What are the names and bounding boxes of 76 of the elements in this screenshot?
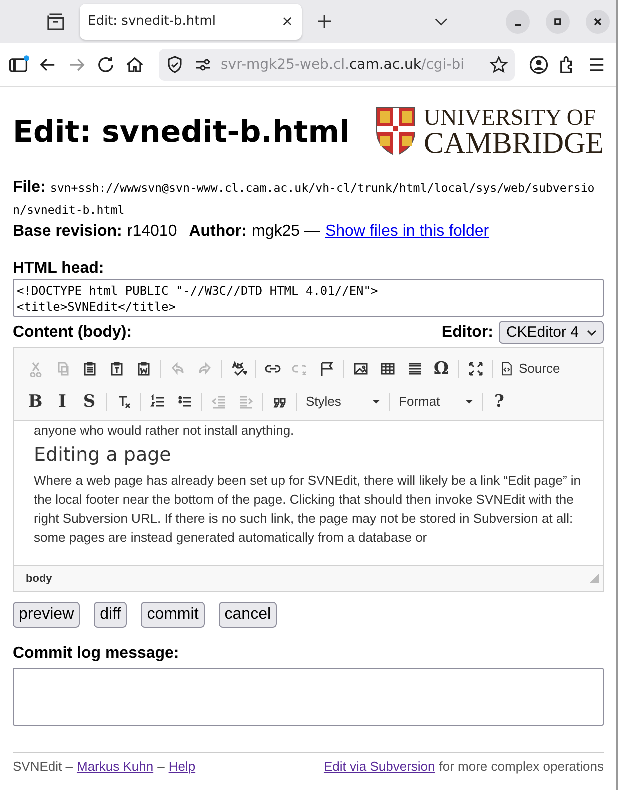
base-revision-label: Base revision: — [13, 222, 122, 242]
footer-link[interactable]: Edit via Subversion — [324, 759, 436, 774]
dropdown-arrow-icon — [373, 400, 380, 404]
action-button[interactable]: preview — [13, 602, 80, 628]
image-icon — [352, 360, 368, 376]
footer-link[interactable]: Markus Kuhn — [76, 759, 154, 774]
base-revision-value: r14010 — [127, 222, 178, 242]
clipboard-word-icon — [136, 360, 152, 376]
footer-text: SVNEdit – — [13, 759, 73, 774]
flag-icon — [318, 360, 334, 376]
scissors-icon — [28, 360, 44, 376]
document-code-icon — [500, 362, 514, 376]
paragraph: anyone who would rather not install anything. — [34, 422, 296, 440]
browser-tab[interactable]: Edit: svnedit-b.html — [80, 4, 302, 40]
logo-text: UNIVERSITY OF — [424, 106, 598, 128]
commit-log-label: Commit log message: — [13, 644, 180, 664]
action-button[interactable]: commit — [141, 602, 205, 628]
toolbar-button[interactable]: ? — [486, 388, 513, 414]
editor-select[interactable]: CKEditor 4 — [499, 321, 604, 344]
account-icon[interactable] — [528, 54, 550, 76]
action-button[interactable]: cancel — [218, 602, 278, 628]
minimize-icon — [515, 24, 521, 26]
toolbar-button[interactable]: Ω — [428, 356, 455, 382]
page-title: Edit: svnedit-b.html — [13, 114, 350, 150]
numbered-list-icon — [150, 394, 166, 410]
dropdown-arrow-icon — [466, 400, 473, 404]
footer-link[interactable]: Help — [168, 759, 196, 774]
toolbar-button[interactable]: B — [22, 388, 49, 414]
new-tab-icon[interactable] — [318, 15, 331, 28]
crest-icon — [374, 107, 418, 157]
clipboard-text-icon — [108, 360, 124, 376]
toolbar-dropdown[interactable]: Format — [393, 390, 479, 414]
html-head-label: HTML head: — [13, 259, 106, 279]
action-button[interactable]: diff — [94, 602, 128, 628]
resize-handle-icon[interactable] — [590, 574, 599, 583]
star-icon[interactable] — [489, 54, 509, 74]
tab-list-icon[interactable] — [46, 12, 66, 32]
bulleted-list-icon — [176, 394, 192, 410]
author-label: Author: — [189, 222, 247, 242]
outdent-icon — [210, 394, 226, 410]
editor-label: Editor: — [442, 324, 494, 342]
sidebar-icon[interactable] — [8, 54, 30, 76]
content-label: Content (body): — [13, 324, 132, 342]
footer-text: – — [158, 759, 165, 774]
maximize-button[interactable] — [546, 10, 570, 34]
html-head-field[interactable]: <!DOCTYPE html PUBLIC "-//W3C//DTD HTML 4.01//EN"> <title>SVNEdit</title> — [13, 279, 604, 317]
toolbar-dropdown[interactable]: Styles — [300, 390, 386, 414]
element-path[interactable]: body — [26, 572, 52, 584]
horizontal-rule-icon — [406, 360, 422, 376]
table-icon — [380, 360, 396, 376]
close-window-button[interactable] — [586, 10, 610, 34]
toolbar-button[interactable]: I — [49, 388, 76, 414]
chevron-down-icon — [587, 330, 597, 336]
maximize-icon — [553, 16, 563, 26]
clipboard-icon — [82, 360, 98, 376]
chevron-down-icon[interactable] — [435, 18, 448, 26]
logo-text: CAMBRIDGE — [424, 128, 604, 158]
footer-text: for more complex operations — [439, 759, 604, 774]
redo-icon — [196, 360, 212, 376]
address-bar[interactable]: svr-mgk25-web.cl.cam.ac.uk/cgi-bi — [159, 48, 515, 80]
file-info: File: svn+ssh://wwwsvn@svn-www.cl.cam.ac.uk/vh-cl/trunk/html/local/sys/web/subversion/svnedit-b.html — [13, 178, 596, 219]
undo-icon — [170, 360, 186, 376]
indent-icon — [238, 394, 254, 410]
close-icon[interactable] — [283, 17, 292, 26]
toolbar-button[interactable]: S — [76, 388, 103, 414]
paragraph: Where a web page has already been set up for SVNEdit, there will likely be a link “Edit page” in the local footer near the bottom of the page. Clicking that should then invoke SVNEdit with the right Subversion URL. If there is no such link, the page may not be stored in Subversion at all: some pages are instead generated automatically from a database or — [34, 472, 582, 547]
heading: Editing a page — [34, 446, 172, 465]
url-text: svr-mgk25-web.cl.cam.ac.uk/cgi-bi — [221, 56, 466, 72]
author-value: mgk25 — — [252, 222, 320, 242]
folder-link[interactable]: Show files in this folder — [325, 221, 490, 243]
source-button[interactable]: Source — [496, 356, 564, 382]
spellcheck-icon — [230, 360, 246, 376]
minimize-button[interactable] — [506, 10, 530, 34]
maximize-icon — [468, 360, 484, 376]
close-icon — [593, 16, 603, 26]
commit-log-field[interactable] — [13, 668, 604, 726]
